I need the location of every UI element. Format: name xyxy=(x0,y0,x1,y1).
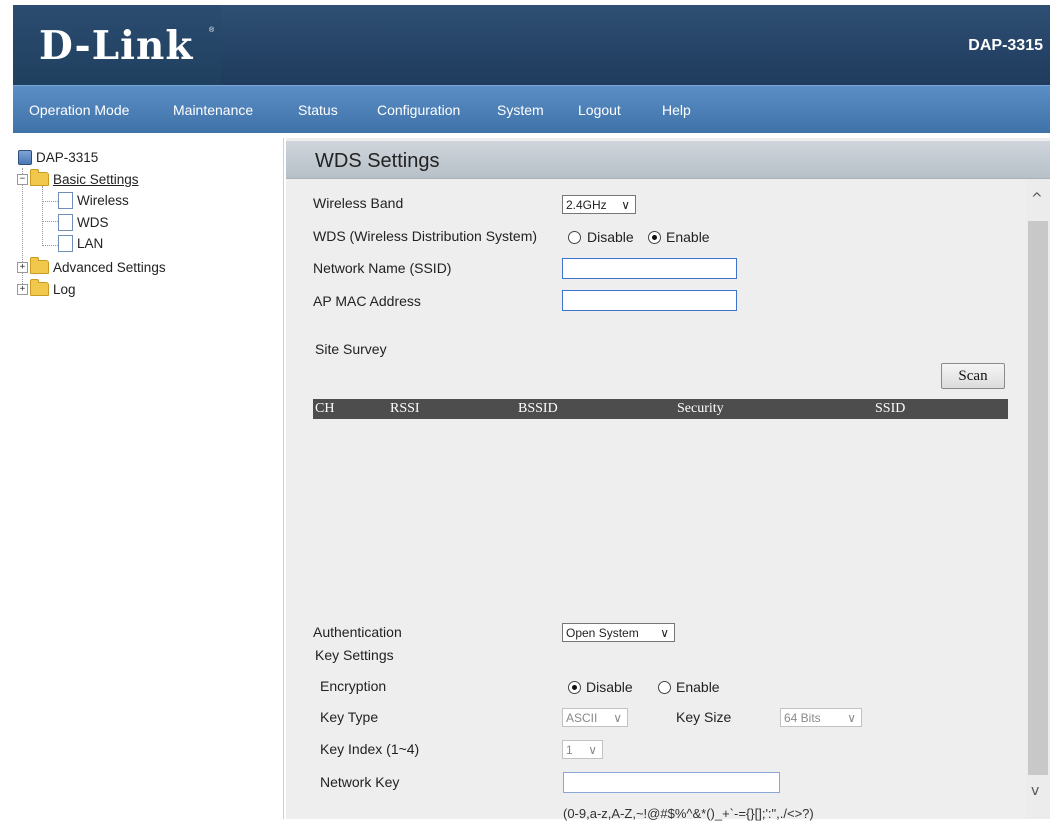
nav-logout[interactable]: Logout xyxy=(578,102,621,118)
tree-item-advanced-settings[interactable]: + Advanced Settings xyxy=(17,257,166,276)
key-index-select[interactable]: 1 ∨ xyxy=(562,740,603,759)
encryption-enable-label: Enable xyxy=(676,679,720,695)
key-type-label: Key Type xyxy=(320,709,379,725)
nav-configuration[interactable]: Configuration xyxy=(377,102,460,118)
column-bssid: BSSID xyxy=(518,401,558,416)
tree-connector xyxy=(42,201,58,202)
network-key-label: Network Key xyxy=(320,774,400,790)
tree-item-label: LAN xyxy=(77,235,104,251)
page-icon xyxy=(58,213,73,231)
key-type-value: ASCII xyxy=(566,710,598,725)
authentication-value: Open System xyxy=(566,625,639,640)
page-icon xyxy=(58,191,73,209)
chevron-down-icon: ∨ xyxy=(613,711,622,725)
chevron-down-icon: ∨ xyxy=(621,198,630,212)
tree-item-log[interactable]: + Log xyxy=(17,279,76,298)
encryption-label: Encryption xyxy=(320,678,387,694)
chevron-down-icon: ∨ xyxy=(660,626,669,640)
ap-mac-label: AP MAC Address xyxy=(313,293,421,309)
encryption-disable-radio[interactable] xyxy=(568,681,581,694)
nav-maintenance[interactable]: Maintenance xyxy=(173,102,253,118)
tree-item-basic-settings[interactable]: − Basic Settings xyxy=(17,169,139,188)
tree-item-label: Wireless xyxy=(77,192,129,208)
registered-mark: ® xyxy=(209,27,215,34)
wireless-band-label: Wireless Band xyxy=(313,195,404,211)
nav-status[interactable]: Status xyxy=(298,102,338,118)
scroll-thumb[interactable] xyxy=(1028,221,1048,775)
folder-icon xyxy=(30,257,49,274)
wds-enable-label: Enable xyxy=(666,229,710,245)
scroll-down-icon[interactable]: v xyxy=(1031,783,1039,799)
network-key-input[interactable] xyxy=(563,772,780,793)
tree-item-label: Log xyxy=(53,281,76,297)
nav-operation-mode[interactable]: Operation Mode xyxy=(29,102,129,118)
key-settings-label: Key Settings xyxy=(315,647,394,663)
tree-item-label: Advanced Settings xyxy=(53,259,166,275)
expand-icon[interactable]: + xyxy=(17,283,28,295)
chevron-down-icon: ∨ xyxy=(847,711,856,725)
folder-icon xyxy=(30,279,49,296)
wds-disable-label: Disable xyxy=(587,229,634,245)
computer-icon xyxy=(18,149,32,165)
key-size-select[interactable]: 64 Bits ∨ xyxy=(780,708,862,727)
scroll-up-icon[interactable]: ^ xyxy=(1031,191,1043,207)
settings-tree: DAP-3315 − Basic Settings Wireless WDS L… xyxy=(13,138,284,819)
tree-item-device[interactable]: DAP-3315 xyxy=(18,148,98,166)
wireless-band-select[interactable]: 2.4GHz ∨ xyxy=(562,195,636,214)
column-ch: CH xyxy=(315,401,335,416)
wds-disable-radio[interactable] xyxy=(568,231,581,244)
column-rssi: RSSI xyxy=(390,401,420,416)
authentication-select[interactable]: Open System ∨ xyxy=(562,623,675,642)
tree-connector xyxy=(42,221,58,222)
key-index-value: 1 xyxy=(566,742,573,757)
tree-item-lan[interactable]: LAN xyxy=(58,234,103,252)
vertical-scrollbar[interactable]: ^ v xyxy=(1026,179,1050,819)
wds-label: WDS (Wireless Distribution System) xyxy=(313,228,538,244)
logo-area: D-Link ® xyxy=(13,5,221,85)
page-title-bar: WDS Settings xyxy=(286,141,1050,179)
key-index-label: Key Index (1~4) xyxy=(320,741,420,757)
folder-icon xyxy=(30,169,49,186)
scan-button[interactable]: Scan xyxy=(941,363,1005,389)
tree-item-label: Basic Settings xyxy=(53,171,139,187)
tree-connector xyxy=(42,186,43,246)
site-survey-label: Site Survey xyxy=(315,341,387,357)
ap-mac-input[interactable] xyxy=(562,290,737,311)
site-survey-table-body xyxy=(313,420,1008,600)
expand-icon[interactable]: + xyxy=(17,261,28,273)
encryption-enable-radio[interactable] xyxy=(658,681,671,694)
collapse-icon[interactable]: − xyxy=(17,173,28,185)
column-ssid: SSID xyxy=(875,401,906,416)
page-icon xyxy=(58,234,73,252)
wds-enable-radio[interactable] xyxy=(648,231,661,244)
key-size-label: Key Size xyxy=(676,709,732,725)
nav-system[interactable]: System xyxy=(497,102,544,118)
nav-help[interactable]: Help xyxy=(662,102,691,118)
device-model: DAP-3315 xyxy=(968,37,1043,54)
settings-form: Wireless Band 2.4GHz ∨ WDS (Wireless Dis… xyxy=(286,179,1026,821)
content-panel: WDS Settings Wireless Band 2.4GHz ∨ WDS … xyxy=(286,138,1050,821)
site-survey-table-header: CH RSSI BSSID Security SSID xyxy=(313,399,1008,419)
key-size-value: 64 Bits xyxy=(784,710,821,725)
top-nav: Operation Mode Maintenance Status Config… xyxy=(13,85,1050,133)
ssid-input[interactable] xyxy=(562,258,737,279)
tree-item-wireless[interactable]: Wireless xyxy=(58,191,129,209)
tree-item-label: WDS xyxy=(77,214,109,230)
authentication-label: Authentication xyxy=(313,624,402,640)
page-title: WDS Settings xyxy=(315,150,440,172)
tree-item-label: DAP-3315 xyxy=(36,149,99,165)
header: D-Link ® DAP-3315 xyxy=(13,5,1050,85)
tree-item-wds[interactable]: WDS xyxy=(58,213,109,231)
tree-connector xyxy=(42,245,58,246)
ssid-label: Network Name (SSID) xyxy=(313,260,452,276)
column-security: Security xyxy=(677,401,724,416)
dlink-logo: D-Link xyxy=(39,23,194,69)
chevron-down-icon: ∨ xyxy=(588,743,597,757)
key-type-select[interactable]: ASCII ∨ xyxy=(562,708,628,727)
wireless-band-value: 2.4GHz xyxy=(566,197,607,212)
encryption-disable-label: Disable xyxy=(586,679,633,695)
